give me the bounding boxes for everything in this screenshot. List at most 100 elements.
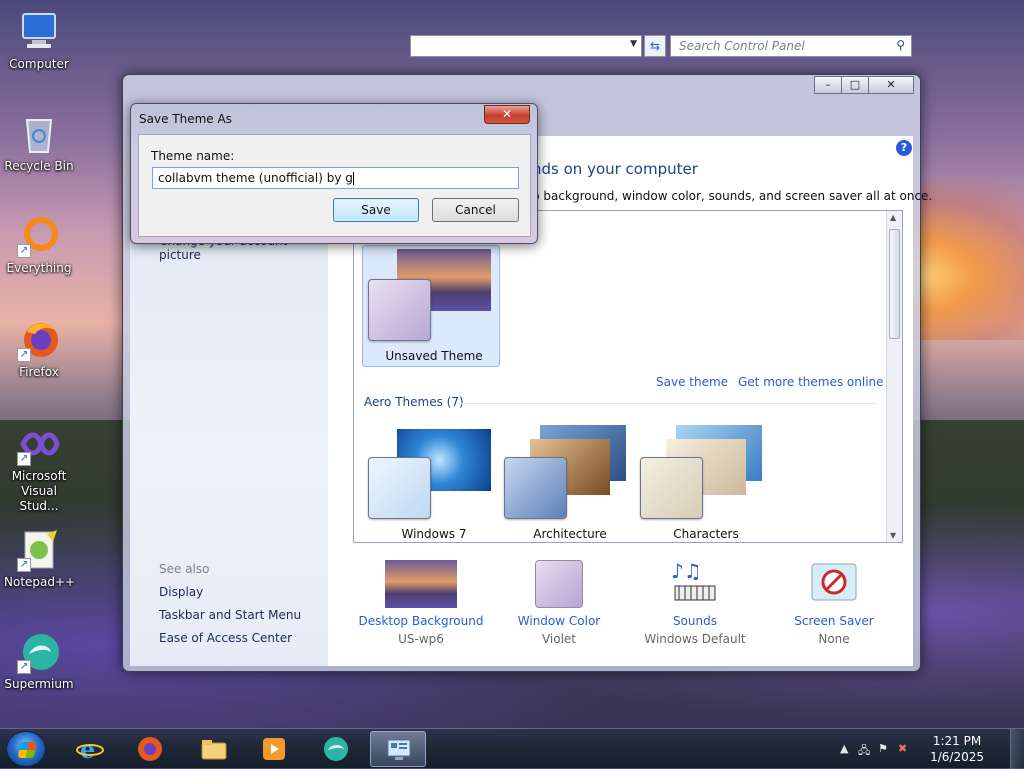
dialog-close-button[interactable]: ✕ [484,105,530,124]
theme-name-input[interactable]: collabvm theme (unofficial) by g [152,167,519,189]
dialog-title: Save Theme As [139,112,232,126]
get-more-themes-link[interactable]: Get more themes online [738,375,884,389]
taskbar-file-explorer[interactable] [186,731,242,767]
volume-muted-icon[interactable]: ✖ [898,742,907,755]
window-caption-buttons: – □ ✕ [814,76,914,94]
scroll-down-arrow-icon[interactable]: ▼ [890,531,896,540]
recycle-bin-icon [17,112,61,156]
show-hidden-icons-button[interactable]: ▲ [840,742,848,755]
maximize-button[interactable]: □ [841,76,869,94]
theme-name-label: Theme name: [151,149,235,163]
firefox-icon: ↗ [17,318,61,362]
refresh-button[interactable]: ⇆ [644,35,666,57]
action-center-flag-icon[interactable]: ⚑ [878,742,888,755]
network-icon[interactable]: 🖧 [858,742,870,761]
themes-scrollbar[interactable]: ▲ ▼ [886,211,902,542]
see-also-title: See also [159,562,210,576]
chevron-down-icon[interactable]: ▼ [630,39,637,49]
window-color-link[interactable]: Window Color [494,614,624,628]
minimize-button[interactable]: – [814,76,842,94]
windows-logo-icon [17,742,37,758]
sounds-item[interactable]: ♪♫ Sounds Windows Default [630,559,760,646]
system-tray: ▲ 🖧 ⚑ ✖ 1:21 PM 1/6/2025 [834,729,1024,769]
theme-color-preview [368,279,431,341]
desktop-background-link[interactable]: Desktop Background [356,614,486,628]
page-subtitle: p background, window color, sounds, and … [532,189,933,203]
theme-name: Windows 7 [401,527,467,541]
save-button[interactable]: Save [333,198,419,222]
see-also-ease-of-access-link[interactable]: Ease of Access Center [159,631,292,645]
clock[interactable]: 1:21 PM 1/6/2025 [930,733,984,765]
taskbar-media-player[interactable] [246,731,302,767]
theme-name: Unsaved Theme [385,349,483,363]
computer-icon [17,10,61,54]
search-input[interactable]: Search Control Panel ⚲ [670,35,912,57]
window-color-item[interactable]: Window Color Violet [494,560,624,646]
taskbar-internet-explorer[interactable]: e [62,731,118,767]
desktop-background-item[interactable]: Desktop Background US-wp6 [356,560,486,646]
clock-time: 1:21 PM [932,734,982,748]
firefox-icon [138,737,162,761]
save-theme-link[interactable]: Save theme [656,375,728,389]
desktop-icon-notepad-plus-plus[interactable]: ↗ Notepad++ [4,528,76,590]
help-icon[interactable]: ? [896,140,912,156]
taskbar-control-panel[interactable] [370,731,426,767]
save-theme-dialog: Save Theme As ✕ Theme name: collabvm the… [130,103,538,244]
text-caret [352,172,354,185]
dialog-body: Theme name: collabvm theme (unofficial) … [138,134,531,237]
sounds-icon: ♪♫ [659,559,731,608]
taskbar-supermium[interactable] [308,731,364,767]
page-title: nds on your computer [532,160,698,178]
sounds-value: Windows Default [644,632,746,646]
screen-saver-link[interactable]: Screen Saver [769,614,899,628]
shortcut-arrow-icon: ↗ [17,348,31,362]
theme-name: Characters [673,527,739,541]
desktop-icon-label: Firefox [19,365,59,379]
control-panel-icon [387,739,411,760]
desktop-icon-label: Computer [9,57,69,71]
folder-icon [201,740,227,760]
desktop-icon-firefox[interactable]: ↗ Firefox [4,318,74,380]
screen-saver-item[interactable]: Screen Saver None [769,560,899,646]
screen-saver-icon [798,560,870,608]
start-button[interactable] [6,731,46,767]
notepad-plus-plus-icon: ↗ [17,528,61,572]
taskbar: e ▲ 🖧 ⚑ ✖ 1:21 PM 1/6/2025 [0,728,1024,769]
theme-color-preview [368,457,431,519]
section-divider [458,403,876,404]
search-icon[interactable]: ⚲ [896,38,905,52]
shortcut-arrow-icon: ↗ [17,558,31,572]
media-player-icon [263,738,285,760]
see-also-display-link[interactable]: Display [159,585,203,599]
visual-studio-icon: ↗ [17,422,61,466]
desktop-background-value: US-wp6 [398,632,444,646]
desktop-icon-recycle-bin[interactable]: Recycle Bin [4,112,74,174]
search-placeholder: Search Control Panel [679,39,805,53]
sounds-link[interactable]: Sounds [630,614,760,628]
desktop-icon-label: Recycle Bin [4,159,74,173]
aero-themes-heading: Aero Themes (7) [364,395,464,409]
window-color-value: Violet [541,632,577,646]
desktop-icon-computer[interactable]: Computer [4,10,74,72]
supermium-icon [324,737,348,761]
taskbar-firefox[interactable] [122,731,178,767]
cancel-button[interactable]: Cancel [432,198,519,222]
desktop-icon-everything[interactable]: ↗ Everything [4,214,74,276]
themes-list: Unsaved Theme Save theme Get more themes… [353,210,903,543]
screen-saver-value: None [818,632,850,646]
desktop-icon-supermium[interactable]: ↗ Supermium [4,630,74,692]
address-bar[interactable]: ▼ [410,35,642,57]
theme-color-preview [640,457,703,519]
internet-explorer-icon: e [76,735,104,763]
show-desktop-button[interactable] [1010,729,1024,769]
clock-date: 1/6/2025 [930,750,984,764]
svg-text:e: e [80,735,95,763]
theme-name-value: collabvm theme (unofficial) by g [158,171,353,185]
theme-name: Architecture [533,527,607,541]
scrollbar-thumb[interactable] [889,229,900,339]
desktop-icon-visual-studio[interactable]: ↗ Microsoft Visual Stud... [4,422,74,514]
see-also-taskbar-link[interactable]: Taskbar and Start Menu [159,608,301,622]
scroll-up-arrow-icon[interactable]: ▲ [890,213,896,222]
desktop-icon-label: Notepad++ [4,575,76,589]
close-button[interactable]: ✕ [868,76,914,94]
